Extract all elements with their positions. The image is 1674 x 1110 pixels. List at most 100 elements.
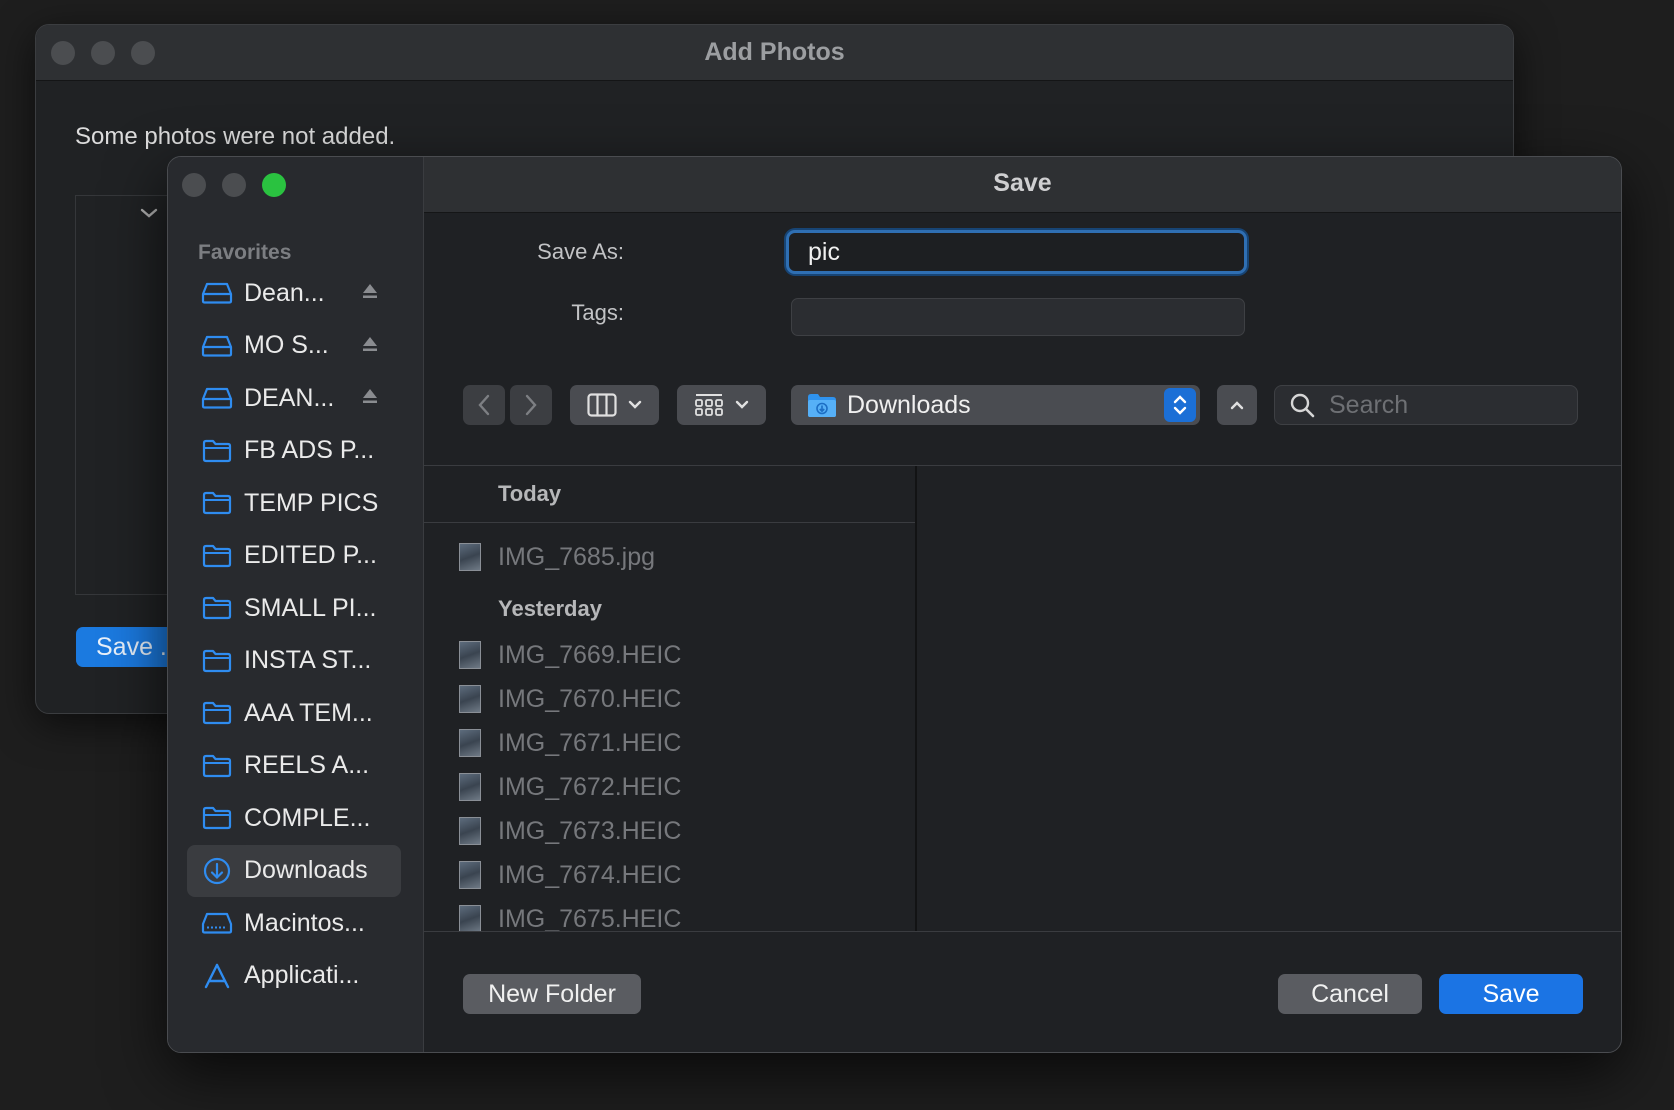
sidebar-item[interactable]: MO S... [187,320,401,372]
drive-icon [200,276,234,310]
group-by-button[interactable] [677,385,766,425]
sidebar-item[interactable]: Downloads [187,844,401,897]
sidebar-item[interactable]: FB ADS P... [187,425,401,477]
file-row[interactable]: IMG_7673.HEIC [459,814,681,848]
divider [424,522,915,523]
sidebar-item[interactable]: SMALL PI... [187,582,401,634]
sidebar-item-label: Applicati... [244,961,360,989]
columns-view-icon [586,393,617,417]
sidebar-item-label: Dean... [244,278,325,307]
tags-field[interactable] [791,298,1245,336]
new-folder-button[interactable]: New Folder [463,974,641,1014]
sidebar-item-label: COMPLE... [244,803,371,832]
eject-icon[interactable] [361,387,379,405]
folder-icon [200,801,234,835]
chevron-down-icon [735,400,748,409]
up-down-chevron-icon [1173,395,1187,415]
sidebar-item[interactable]: Applicati... [187,950,401,1002]
save-as-label: Save As: [537,239,624,264]
minimize-button[interactable] [222,173,246,197]
sidebar-item-label: SMALL PI... [244,593,377,622]
file-name: IMG_7685.jpg [498,542,656,571]
sidebar-item[interactable]: Dean... [187,267,401,319]
sidebar-item-label: EDITED P... [244,541,377,569]
sidebar-item[interactable]: REELS A... [187,740,401,792]
image-file-icon [459,641,481,669]
group-header-yesterday: Yesterday [498,596,602,621]
file-row[interactable]: IMG_7669.HEIC [459,638,681,672]
file-name: IMG_7669.HEIC [498,640,682,669]
sidebar-item[interactable]: INSTA ST... [187,635,401,687]
search-input[interactable] [1327,389,1551,421]
back-button[interactable] [463,385,505,425]
save-button[interactable]: Save [1439,974,1583,1014]
location-popup[interactable]: Downloads [791,385,1200,425]
downloads-folder-icon [808,394,836,417]
sidebar-item-label: AAA TEM... [244,698,373,727]
sidebar-item[interactable]: AAA TEM... [187,687,401,739]
chevron-down-icon[interactable] [139,206,159,220]
group-header-today: Today [498,481,562,506]
applications-icon [200,959,234,993]
file-row[interactable]: IMG_7674.HEIC [459,858,681,892]
save-panel: Save Save As: Tags: [424,157,1621,1052]
folder-icon [200,486,234,520]
sidebar-item-label: MO S... [244,331,329,359]
add-photos-titlebar: Add Photos [36,25,1513,81]
view-mode-button[interactable] [570,385,659,425]
sidebar-item-label: TEMP PICS [244,488,379,517]
eject-icon[interactable] [361,335,379,353]
file-column: Today IMG_7685.jpg Yesterday IMG_7669.HE… [424,466,917,931]
cancel-button[interactable]: Cancel [1278,974,1422,1014]
file-row[interactable]: IMG_7671.HEIC [459,726,681,760]
search-icon [1290,393,1315,418]
image-file-icon [459,543,481,571]
folder-icon [200,591,234,625]
save-as-field[interactable] [786,230,1247,274]
collapse-button[interactable] [1217,385,1257,425]
image-file-icon [459,817,481,845]
sidebar-item-label: Downloads [244,856,368,884]
sidebar-item-label: INSTA ST... [244,646,372,674]
file-row[interactable]: IMG_7670.HEIC [459,682,681,716]
window-controls [182,173,286,197]
file-name: IMG_7673.HEIC [498,816,682,845]
image-file-icon [459,773,481,801]
downloads-icon [200,854,234,888]
sidebar-item[interactable]: EDITED P... [187,530,401,582]
status-message: Some photos were not added. [75,123,396,150]
sidebar-item[interactable]: DEAN... [187,372,401,424]
file-name: IMG_7674.HEIC [498,860,682,889]
forward-button[interactable] [510,385,552,425]
folder-icon [200,434,234,468]
file-row[interactable]: IMG_7672.HEIC [459,770,681,804]
sidebar-item[interactable]: TEMP PICS [187,477,401,529]
folder-icon [200,696,234,730]
hard-disk-icon [200,906,234,940]
file-name: IMG_7672.HEIC [498,772,682,801]
file-browser: Today IMG_7685.jpg Yesterday IMG_7669.HE… [424,465,1621,932]
favorites-heading: Favorites [198,241,292,264]
tags-label: Tags: [571,300,624,325]
zoom-button[interactable] [262,173,286,197]
sidebar-item-label: FB ADS P... [244,436,375,464]
sidebar: Favorites Dean... MO S... DEAN... FB ADS P.… [168,157,424,1052]
search-field[interactable] [1274,385,1578,425]
dialog-title: Save [993,169,1052,197]
sidebar-item[interactable]: Macintos... [187,897,401,949]
sidebar-item[interactable]: COMPLE... [187,792,401,844]
file-row[interactable]: IMG_7675.HEIC [459,902,681,931]
eject-icon[interactable] [361,282,379,300]
image-file-icon [459,905,481,931]
close-button[interactable] [182,173,206,197]
file-name: IMG_7671.HEIC [498,728,682,757]
chevron-right-icon [525,394,537,416]
grid-icon [694,394,723,416]
sidebar-item-label: REELS A... [244,751,370,779]
image-file-icon [459,685,481,713]
location-stepper [1164,388,1196,422]
sidebar-item-label: Macintos... [244,908,365,937]
file-row[interactable]: IMG_7685.jpg [459,540,655,574]
folder-icon [200,644,234,678]
chevron-up-icon [1230,401,1244,410]
